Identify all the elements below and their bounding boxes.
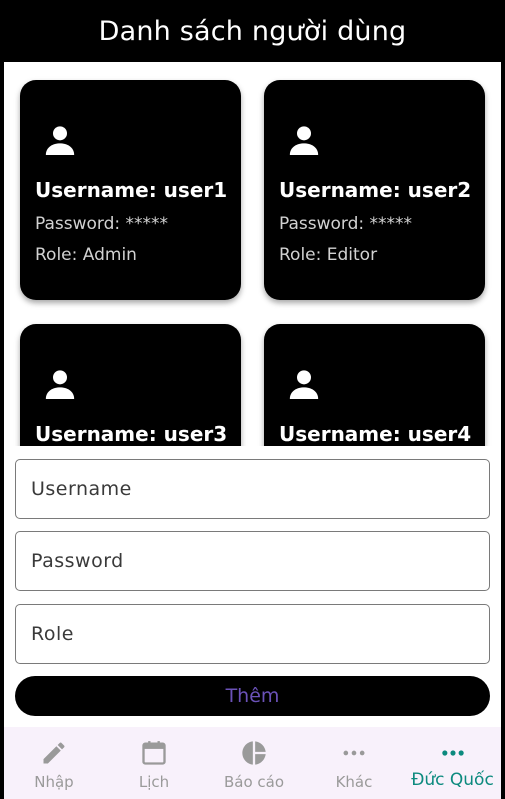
- username-field[interactable]: [15, 459, 490, 519]
- role-input[interactable]: [16, 605, 489, 663]
- calendar-icon: [142, 741, 166, 765]
- card-username: Username: user4: [279, 422, 472, 446]
- nav-item-duc-quoc[interactable]: Đức Quốc: [404, 727, 501, 799]
- card-username: Username: user3: [35, 422, 228, 446]
- page-title: Danh sách người dùng: [98, 15, 407, 47]
- nav-item-khac[interactable]: Khác: [304, 727, 404, 799]
- nav-item-nhap[interactable]: Nhập: [4, 727, 104, 799]
- pencil-icon: [43, 742, 65, 764]
- user-card[interactable]: Username: user1 Password: ***** Role: Ad…: [20, 80, 241, 300]
- more-horizontal-icon: [343, 750, 365, 756]
- person-icon: [289, 126, 319, 155]
- frame-edge-right: [501, 0, 505, 799]
- card-username: Username: user1: [35, 178, 228, 202]
- user-card[interactable]: Username: user2 Password: ***** Role: Ed…: [264, 80, 485, 300]
- add-user-button[interactable]: Thêm: [15, 676, 490, 716]
- app-bar: Danh sách người dùng: [0, 0, 505, 62]
- pie-chart-icon: [242, 741, 266, 765]
- username-input[interactable]: [16, 460, 489, 518]
- role-field[interactable]: [15, 604, 490, 664]
- person-icon: [45, 126, 75, 155]
- user-grid[interactable]: Username: user1 Password: ***** Role: Ad…: [4, 62, 501, 446]
- nav-label: Lịch: [138, 773, 170, 791]
- nav-label: Nhập: [34, 773, 74, 791]
- person-icon: [289, 370, 319, 399]
- card-username: Username: user2: [279, 178, 472, 202]
- more-horizontal-icon: [441, 750, 464, 756]
- nav-item-lich[interactable]: Lịch: [104, 727, 204, 799]
- nav-label: Báo cáo: [223, 773, 285, 791]
- bottom-navigation: Nhập Lịch Báo cáo Khác Đức Quốc: [4, 727, 501, 799]
- card-password: Password: *****: [279, 214, 413, 234]
- nav-item-bao-cao[interactable]: Báo cáo: [204, 727, 304, 799]
- user-card[interactable]: Username: user3: [20, 324, 241, 446]
- app-frame: Danh sách người dùng Username: user1 Pas…: [0, 0, 505, 799]
- card-role: Role: Editor: [279, 245, 378, 265]
- nav-label: Khác: [335, 773, 373, 791]
- password-field[interactable]: [15, 531, 490, 591]
- password-input[interactable]: [16, 532, 489, 590]
- person-icon: [45, 370, 75, 399]
- nav-label: Đức Quốc: [411, 770, 494, 790]
- user-card[interactable]: Username: user4: [264, 324, 485, 446]
- card-role: Role: Admin: [35, 245, 137, 265]
- card-password: Password: *****: [35, 214, 169, 234]
